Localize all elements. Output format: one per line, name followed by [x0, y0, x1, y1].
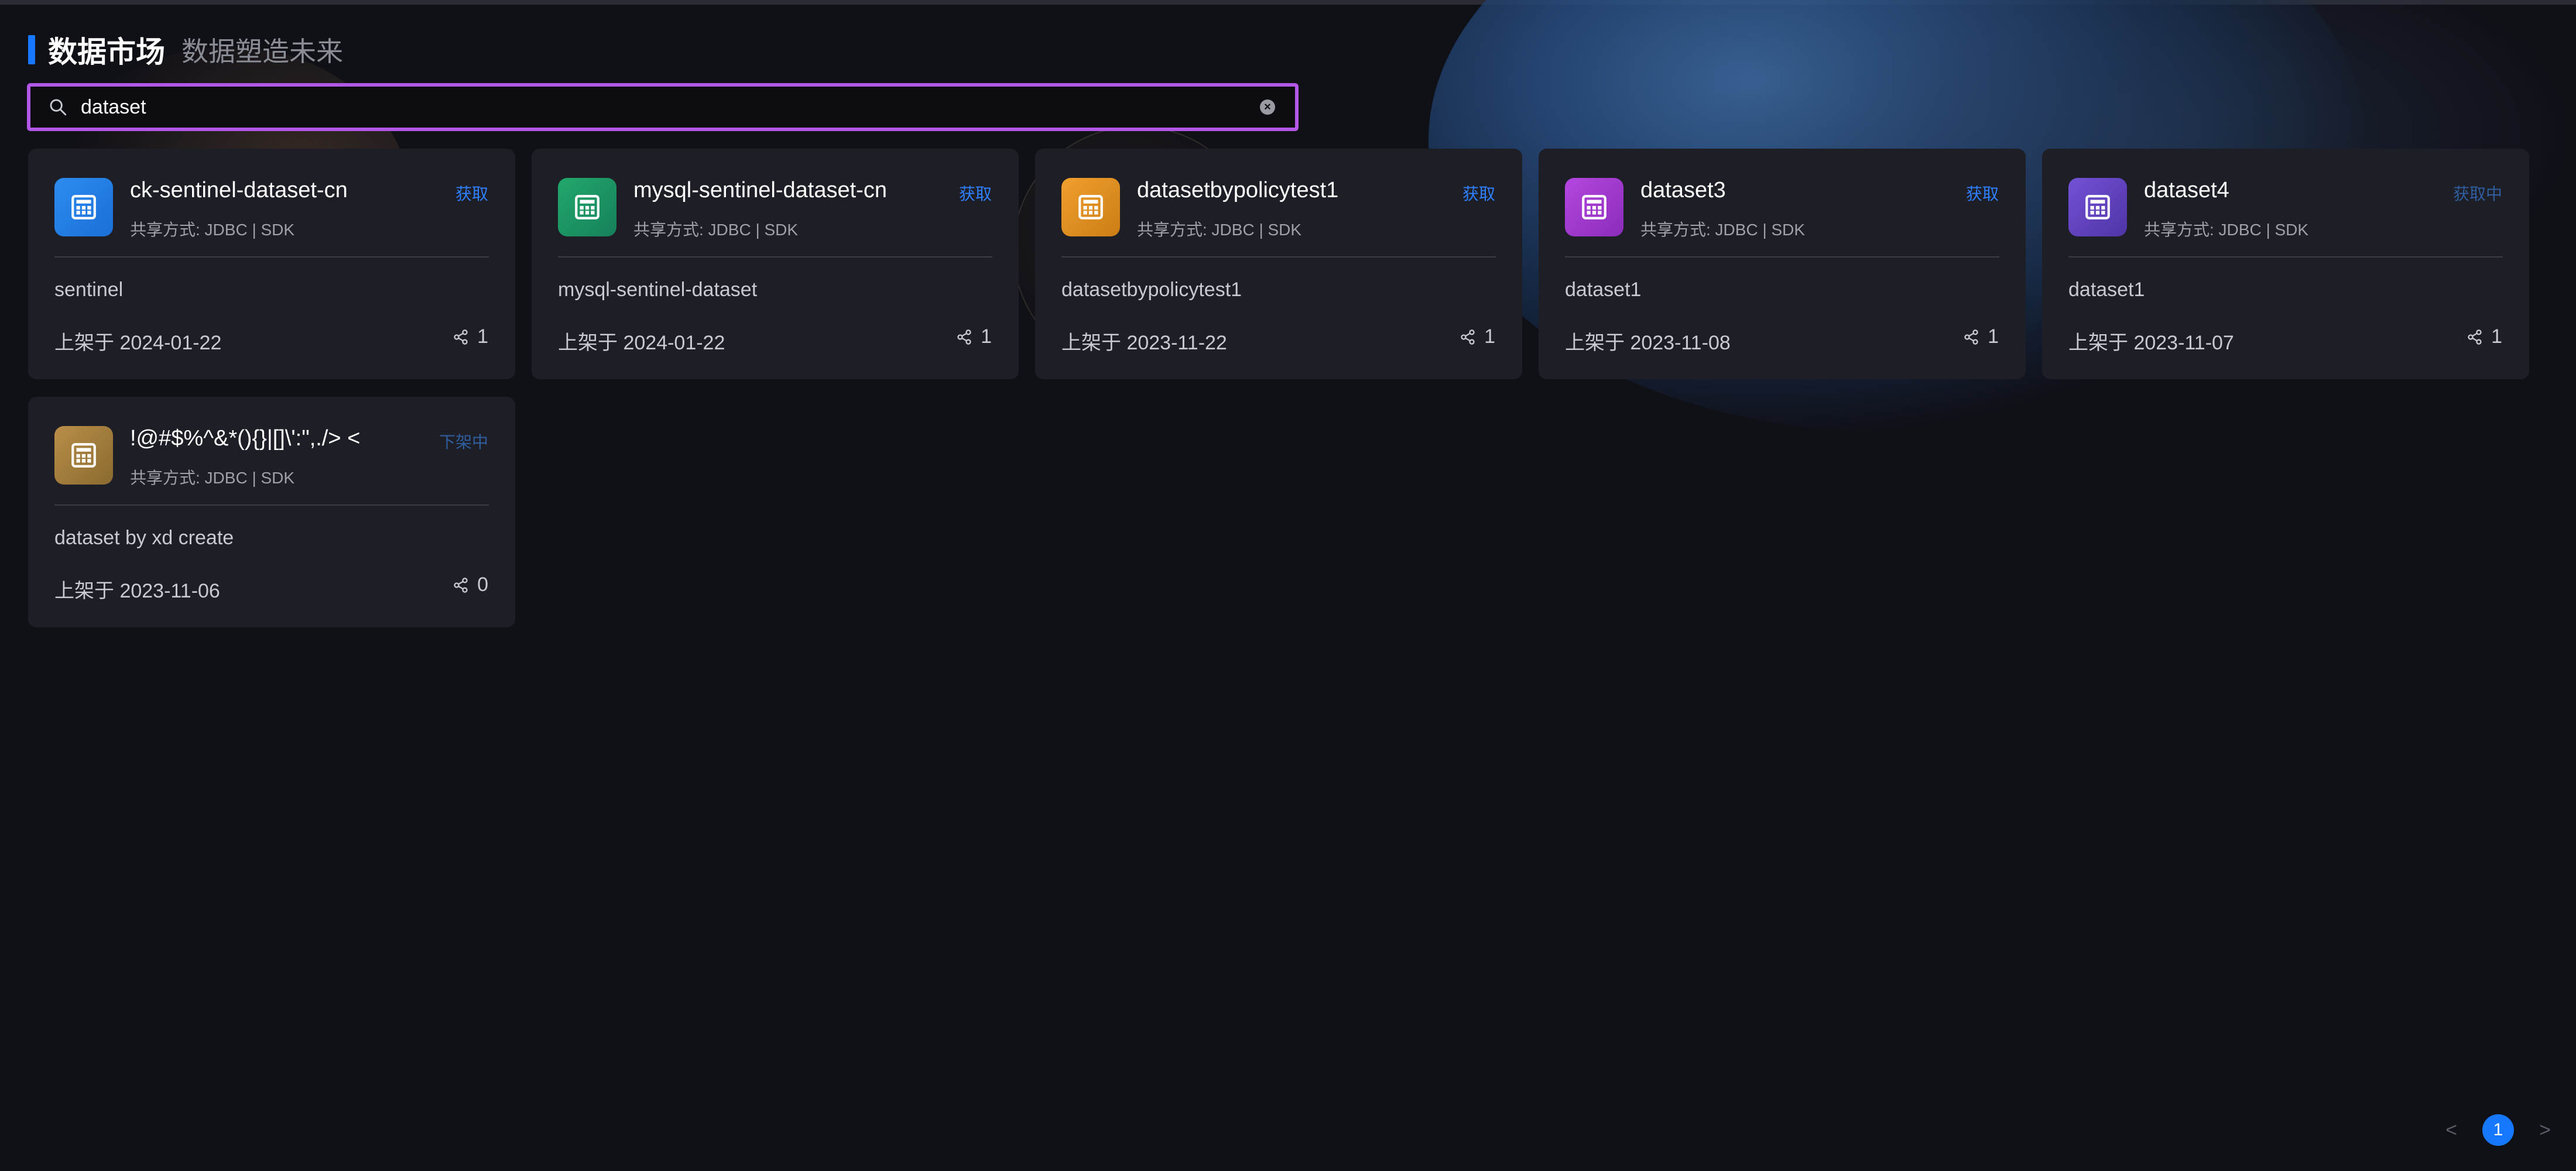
share-method: 共享方式: JDBC | SDK — [1137, 221, 1302, 239]
dataset-description: dataset1 — [1565, 279, 1642, 301]
pagination: < 1 > — [2435, 1114, 2561, 1146]
share-count: 1 — [956, 325, 992, 348]
title-accent-bar — [28, 35, 35, 64]
publish-date: 上架于 2023-11-07 — [2068, 332, 2234, 354]
publish-date: 上架于 2024-01-22 — [54, 332, 222, 354]
search-icon — [50, 99, 67, 116]
share-count-value: 1 — [1484, 325, 1495, 348]
page-subtitle: 数据塑造未来 — [181, 36, 343, 67]
next-page-button[interactable]: > — [2529, 1119, 2561, 1142]
divider — [558, 256, 992, 257]
share-icon — [1964, 329, 1978, 345]
divider — [1061, 256, 1496, 257]
dataset-card[interactable]: datasetbypolicytest1 共享方式: JDBC | SDK 获取… — [1035, 149, 1522, 379]
share-icon — [2468, 329, 2482, 345]
acquire-button[interactable]: 获取 — [959, 181, 992, 205]
table-icon — [2068, 178, 2127, 236]
prev-page-button[interactable]: < — [2435, 1119, 2467, 1142]
divider — [2068, 256, 2503, 257]
dataset-name[interactable]: mysql-sentinel-dataset-cn — [633, 178, 887, 203]
dataset-name[interactable]: datasetbypolicytest1 — [1137, 178, 1338, 203]
divider — [54, 256, 489, 257]
share-count: 0 — [453, 574, 488, 596]
table-icon — [54, 178, 113, 236]
publish-date: 上架于 2023-11-08 — [1565, 332, 1731, 354]
share-icon — [454, 329, 468, 345]
dataset-description: sentinel — [54, 279, 124, 301]
table-icon — [1565, 178, 1623, 236]
dataset-card[interactable]: !@#$%^&*(){}|[]\':",./> < 共享方式: JDBC | S… — [28, 397, 515, 627]
page-header: 数据市场 数据塑造未来 — [28, 29, 343, 70]
share-count-value: 0 — [477, 574, 488, 596]
dataset-description: datasetbypolicytest1 — [1061, 279, 1242, 301]
dataset-name[interactable]: ck-sentinel-dataset-cn — [130, 178, 348, 203]
clear-icon[interactable]: × — [1260, 99, 1275, 115]
share-count: 1 — [1963, 325, 1999, 348]
acquire-button[interactable]: 获取 — [455, 181, 488, 205]
delisting-status: 下架中 — [439, 433, 488, 451]
share-method: 共享方式: JDBC | SDK — [1640, 221, 1806, 239]
share-method: 共享方式: JDBC | SDK — [130, 469, 295, 487]
dataset-card[interactable]: ck-sentinel-dataset-cn 共享方式: JDBC | SDK … — [28, 149, 515, 379]
acquire-button[interactable]: 获取 — [1966, 181, 1999, 205]
share-method: 共享方式: JDBC | SDK — [633, 221, 799, 239]
acquire-button[interactable]: 获取 — [1462, 181, 1495, 205]
share-icon — [454, 577, 468, 593]
share-method: 共享方式: JDBC | SDK — [130, 221, 295, 239]
table-icon — [1061, 178, 1120, 236]
dataset-name[interactable]: dataset3 — [1640, 178, 1726, 203]
dataset-description: dataset1 — [2068, 279, 2145, 301]
dataset-name[interactable]: dataset4 — [2144, 178, 2229, 203]
page-1-button[interactable]: 1 — [2482, 1114, 2514, 1146]
acquiring-status: 获取中 — [2452, 185, 2502, 203]
dataset-description: mysql-sentinel-dataset — [558, 279, 758, 301]
table-icon — [558, 178, 616, 236]
divider — [54, 504, 489, 506]
table-icon — [54, 426, 113, 485]
share-count-value: 1 — [477, 325, 488, 348]
share-count-value: 1 — [981, 325, 992, 348]
publish-date: 上架于 2024-01-22 — [558, 332, 725, 354]
page-title: 数据市场 — [48, 36, 165, 68]
dataset-name[interactable]: !@#$%^&*(){}|[]\':",./> < — [130, 426, 360, 451]
divider — [1565, 256, 1999, 257]
dataset-card[interactable]: dataset4 共享方式: JDBC | SDK 获取中 dataset1 上… — [2042, 149, 2529, 379]
search-bar[interactable]: × — [27, 83, 1299, 131]
share-count: 1 — [2467, 325, 2502, 348]
dataset-card[interactable]: mysql-sentinel-dataset-cn 共享方式: JDBC | S… — [532, 149, 1019, 379]
publish-date: 上架于 2023-11-22 — [1061, 332, 1227, 354]
search-input[interactable] — [80, 89, 1260, 125]
share-count: 1 — [1460, 325, 1495, 348]
publish-date: 上架于 2023-11-06 — [54, 580, 220, 602]
share-icon — [957, 329, 971, 345]
share-count-value: 1 — [2491, 325, 2502, 348]
dataset-card[interactable]: dataset3 共享方式: JDBC | SDK 获取 dataset1 上架… — [1539, 149, 2026, 379]
share-count-value: 1 — [1988, 325, 1999, 348]
share-method: 共享方式: JDBC | SDK — [2144, 221, 2309, 239]
share-count: 1 — [453, 325, 488, 348]
share-icon — [1461, 329, 1475, 345]
dataset-description: dataset by xd create — [54, 527, 234, 549]
